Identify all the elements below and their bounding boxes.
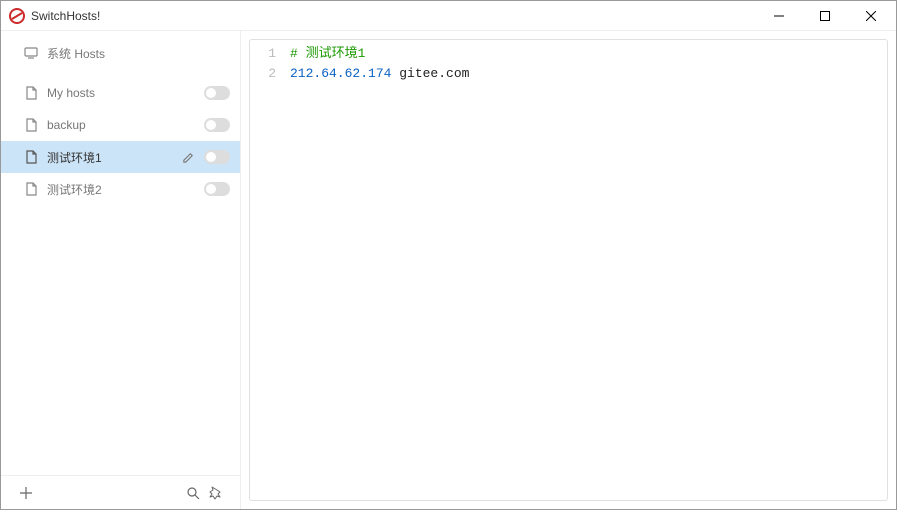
file-icon [23,150,39,164]
enable-toggle[interactable] [204,182,230,196]
minimize-button[interactable] [756,1,802,31]
sidebar-item-label: 测试环境1 [47,149,180,166]
sidebar-item-3[interactable]: 测试环境1 [1,141,240,173]
monitor-icon [23,46,39,60]
file-icon [23,86,39,100]
code-area[interactable]: # 测试环境1212.64.62.174 gitee.com [284,40,887,500]
sidebar-item-1[interactable]: My hosts [1,77,240,109]
app-logo-icon [9,8,25,24]
hosts-editor[interactable]: 12 # 测试环境1212.64.62.174 gitee.com [249,39,888,501]
close-button[interactable] [848,1,894,31]
file-icon [23,118,39,132]
code-line: 212.64.62.174 gitee.com [290,64,881,84]
editor-pane: 12 # 测试环境1212.64.62.174 gitee.com [241,31,896,509]
add-button[interactable] [15,482,37,504]
main-area: 系统 Hosts My hosts backup 测试环境1 测试环境2 12 # 测试… [1,31,896,509]
enable-toggle[interactable] [204,86,230,100]
sidebar-footer [1,475,240,509]
sidebar-list: 系统 Hosts My hosts backup 测试环境1 测试环境2 [1,31,240,475]
line-number: 1 [254,44,276,64]
search-button[interactable] [182,482,204,504]
sidebar-item-label: 测试环境2 [47,181,204,198]
sidebar-item-label: 系统 Hosts [47,45,230,62]
window-controls [756,1,894,31]
sidebar: 系统 Hosts My hosts backup 测试环境1 测试环境2 [1,31,241,509]
window-title: SwitchHosts! [31,9,756,23]
code-line: # 测试环境1 [290,44,881,64]
sidebar-item-label: backup [47,118,204,132]
enable-toggle[interactable] [204,150,230,164]
sidebar-item-0[interactable]: 系统 Hosts [1,37,240,69]
sidebar-item-2[interactable]: backup [1,109,240,141]
line-gutter: 12 [250,40,284,500]
maximize-button[interactable] [802,1,848,31]
sidebar-item-4[interactable]: 测试环境2 [1,173,240,205]
file-icon [23,182,39,196]
edit-icon[interactable] [180,151,196,164]
enable-toggle[interactable] [204,118,230,132]
line-number: 2 [254,64,276,84]
sidebar-item-label: My hosts [47,86,204,100]
settings-button[interactable] [204,482,226,504]
titlebar: SwitchHosts! [1,1,896,31]
